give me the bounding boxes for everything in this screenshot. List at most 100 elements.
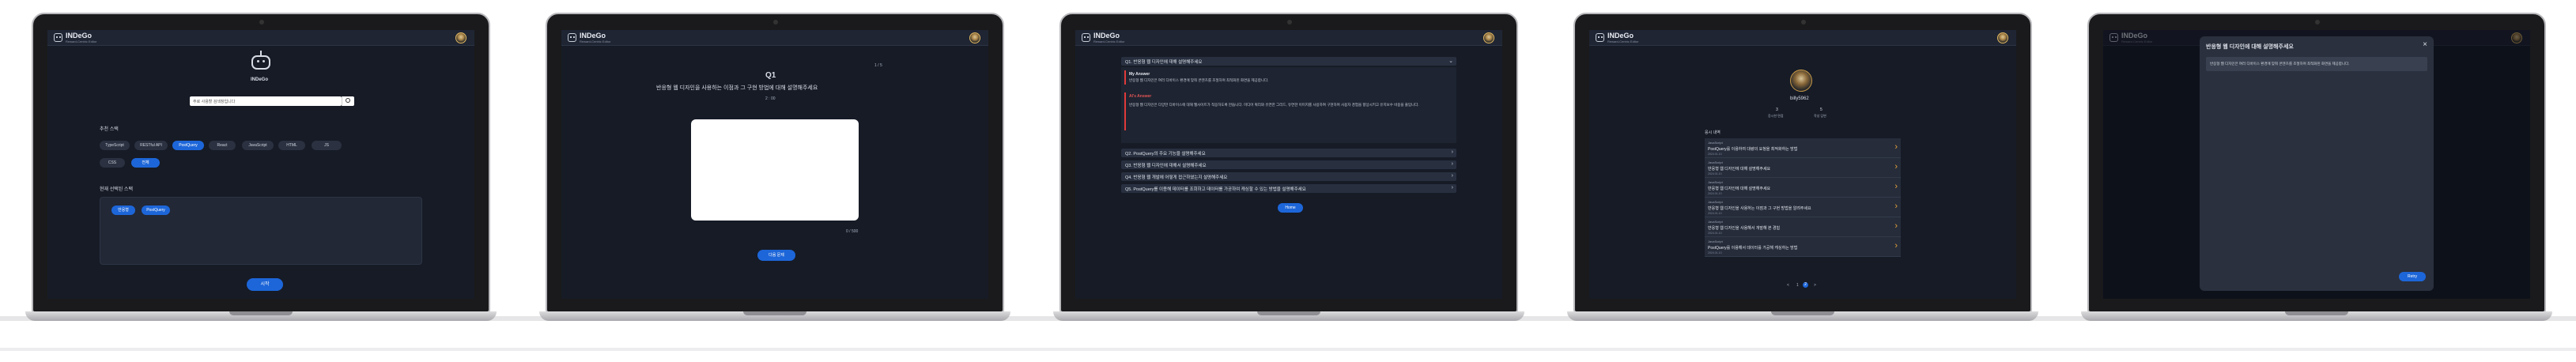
- list-item[interactable]: JavaScript PostQuery를 이용하여 대량의 요청을 최적화하는 …: [1705, 138, 1901, 158]
- list-item[interactable]: JavaScript 반응형 웹 디자인에 대해 설명해주세요 2024.01.10…: [1705, 158, 1901, 178]
- page-1[interactable]: 1: [1796, 283, 1799, 288]
- ai-accent-bar: [1124, 92, 1126, 130]
- profile-avatar: [1790, 70, 1812, 92]
- screen-result: INDeGo Reward-Centric Editor Q1. 반응형 웹 디…: [1075, 30, 1502, 299]
- page-next[interactable]: >: [1814, 283, 1816, 288]
- brand-tagline: Reward-Centric Editor: [1607, 40, 1639, 43]
- home-button[interactable]: Home: [1278, 203, 1303, 213]
- avatar[interactable]: [1483, 32, 1494, 43]
- app-header: INDeGo Reward-Centric Editor: [561, 30, 988, 46]
- skill-chip[interactable]: React: [209, 141, 236, 150]
- laptop-lid: INDeGo Reward-Centric Editor INDeGo 주로 사…: [32, 13, 490, 313]
- chevron-right-icon[interactable]: ›: [1894, 202, 1898, 211]
- next-question-button[interactable]: 다음 문제: [757, 250, 795, 261]
- camera-icon: [259, 20, 264, 25]
- accordion-q4[interactable]: Q4. 반응형 웹 개발에 어떻게 접근하였는지 설명해주세요 ›: [1121, 172, 1456, 181]
- search-icon: [346, 98, 350, 103]
- start-button[interactable]: 시작: [247, 278, 283, 291]
- section-selected-title: 현재 선택된 스택: [100, 187, 133, 192]
- list-item[interactable]: JavaScript PostQuery를 이용해서 데이터를 가공해 캐싱하는 …: [1705, 237, 1901, 257]
- brand-name[interactable]: INDeGo: [1093, 32, 1120, 40]
- logo-icon[interactable]: [54, 33, 62, 42]
- page-prev[interactable]: <: [1787, 283, 1789, 288]
- chevron-right-icon[interactable]: ›: [1894, 162, 1898, 172]
- skill-chip[interactable]: CSS: [100, 158, 125, 168]
- brand-name[interactable]: INDeGo: [1607, 32, 1634, 40]
- avatar[interactable]: [1997, 32, 2008, 43]
- my-answer-label: My Answer: [1129, 72, 1150, 77]
- page-2-current[interactable]: 2: [1803, 282, 1808, 288]
- mockup-stage: INDeGo Reward-Centric Editor INDeGo 주로 사…: [0, 0, 2576, 362]
- app-header: INDeGo Reward-Centric Editor: [1075, 30, 1502, 46]
- skill-chip[interactable]: JavaScript: [242, 141, 274, 150]
- laptop-lid: INDeGo Reward-Centric Editor 반응형 웹 디자인에 …: [2087, 13, 2546, 313]
- retry-button[interactable]: Retry: [2399, 272, 2426, 281]
- list-item[interactable]: JavaScript 반응형 웹 디자인에 대해 설명해주세요 2024.01.10…: [1705, 178, 1901, 198]
- accordion-q3[interactable]: Q3. 반응형 웹 디자인에 대해서 설명해주세요 ›: [1121, 160, 1456, 169]
- laptop-lid: INDeGo Reward-Centric Editor billy5962 3…: [1573, 13, 2032, 313]
- skill-chip-selected[interactable]: 전체: [131, 158, 160, 168]
- answer-textarea[interactable]: [691, 119, 859, 221]
- modal-answer-box: 반응형 웹 디자인은 여러 디바이스 환경에 맞춰 콘텐츠를 조절하며 최적화된…: [2206, 57, 2427, 71]
- skill-chip[interactable]: HTML: [278, 141, 305, 150]
- laptop-notch: [2285, 311, 2348, 315]
- avatar[interactable]: [969, 32, 980, 43]
- accordion-title: Q4. 반응형 웹 개발에 어떻게 접근하였는지 설명해주세요: [1125, 175, 1228, 180]
- chevron-right-icon[interactable]: ›: [1894, 142, 1898, 152]
- chevron-right-icon[interactable]: ›: [1452, 173, 1453, 179]
- search-button[interactable]: [342, 96, 354, 106]
- screen-mypage: INDeGo Reward-Centric Editor billy5962 3…: [1589, 30, 2016, 299]
- laptop-question-page: INDeGo Reward-Centric Editor 1 / 5 Q1 반응…: [539, 13, 1010, 329]
- accordion-q2[interactable]: Q2. PostQuery의 주요 기능을 설명해주세요 ›: [1121, 149, 1456, 157]
- accordion-q1[interactable]: Q1. 반응형 웹 디자인에 대해 설명해주세요 ⌄: [1121, 57, 1456, 66]
- laptop-notch: [1257, 311, 1320, 315]
- laptop-lid: INDeGo Reward-Centric Editor Q1. 반응형 웹 디…: [1059, 13, 1518, 313]
- question-progress: 1 / 5: [874, 63, 882, 68]
- close-icon[interactable]: ×: [2423, 40, 2427, 49]
- selected-chip[interactable]: PostQuery: [142, 206, 170, 215]
- laptop-notch: [1771, 311, 1834, 315]
- stat-value: 5: [1820, 107, 1822, 112]
- table-edge: [0, 348, 2576, 351]
- camera-icon: [1801, 20, 1806, 25]
- chevron-right-icon[interactable]: ›: [1452, 161, 1453, 167]
- skill-chip[interactable]: TypeScript: [100, 141, 130, 150]
- accordion-title: Q5. PostQuery를 이용해 데이터를 조회하고 데이터를 가공하여 캐…: [1125, 187, 1306, 192]
- laptop-search-page: INDeGo Reward-Centric Editor INDeGo 주로 사…: [25, 13, 497, 329]
- app-header: INDeGo Reward-Centric Editor: [1589, 30, 2016, 46]
- skill-chip[interactable]: JS: [312, 141, 342, 150]
- my-answer-text: 반응형 웹 디자인은 여러 디바이스 환경에 맞춰 콘텐츠를 조절하며 최적화된…: [1129, 78, 1269, 82]
- logo-icon[interactable]: [1082, 33, 1090, 42]
- chevron-right-icon[interactable]: ›: [1894, 182, 1898, 191]
- char-count: 0 / 500: [846, 229, 859, 234]
- chevron-right-icon[interactable]: ›: [1894, 241, 1898, 251]
- logo-icon[interactable]: [1596, 33, 1604, 42]
- chevron-right-icon[interactable]: ›: [1894, 221, 1898, 231]
- brand-name[interactable]: INDeGo: [66, 32, 92, 40]
- screen-search: INDeGo Reward-Centric Editor INDeGo 주로 사…: [47, 30, 474, 299]
- search-input[interactable]: 주로 사용할 검색창입니다: [190, 96, 342, 106]
- history-section-title: 응시 내역: [1705, 130, 1720, 135]
- answer-modal: 반응형 웹 디자인에 대해 설명해주세요 × 반응형 웹 디자인은 여러 디바이…: [2200, 36, 2434, 291]
- answer-accent-bar: [1124, 70, 1126, 85]
- logo-icon[interactable]: [568, 33, 576, 42]
- list-item[interactable]: JavaScript 반응형 웹 디자인을 사용해서 개발해 본 경험 2024.0…: [1705, 217, 1901, 237]
- laptop-lid: INDeGo Reward-Centric Editor 1 / 5 Q1 반응…: [546, 13, 1004, 313]
- stat-label: 작성 답변: [1814, 114, 1826, 118]
- laptop-notch: [743, 311, 806, 315]
- laptop-mypage: INDeGo Reward-Centric Editor billy5962 3…: [1567, 13, 2038, 329]
- skill-chip[interactable]: RESTful API: [134, 141, 168, 150]
- app-header: INDeGo Reward-Centric Editor: [47, 30, 474, 46]
- laptop-notch: [229, 311, 293, 315]
- accordion-q5[interactable]: Q5. PostQuery를 이용해 데이터를 조회하고 데이터를 가공하여 캐…: [1121, 184, 1456, 193]
- selected-chip[interactable]: 반응형: [111, 206, 135, 215]
- chevron-right-icon[interactable]: ›: [1452, 149, 1453, 155]
- search-placeholder: 주로 사용할 검색창입니다: [193, 100, 236, 104]
- chevron-right-icon[interactable]: ›: [1452, 185, 1453, 190]
- screen-question: INDeGo Reward-Centric Editor 1 / 5 Q1 반응…: [561, 30, 988, 299]
- skill-chip-selected[interactable]: PostQuery: [172, 141, 204, 150]
- avatar[interactable]: [455, 32, 466, 43]
- chevron-down-icon[interactable]: ⌄: [1449, 58, 1453, 64]
- list-item[interactable]: JavaScript 반응형 웹 디자인을 사용하는 이점과 그 구현 방법을 알…: [1705, 198, 1901, 217]
- brand-name[interactable]: INDeGo: [580, 32, 606, 40]
